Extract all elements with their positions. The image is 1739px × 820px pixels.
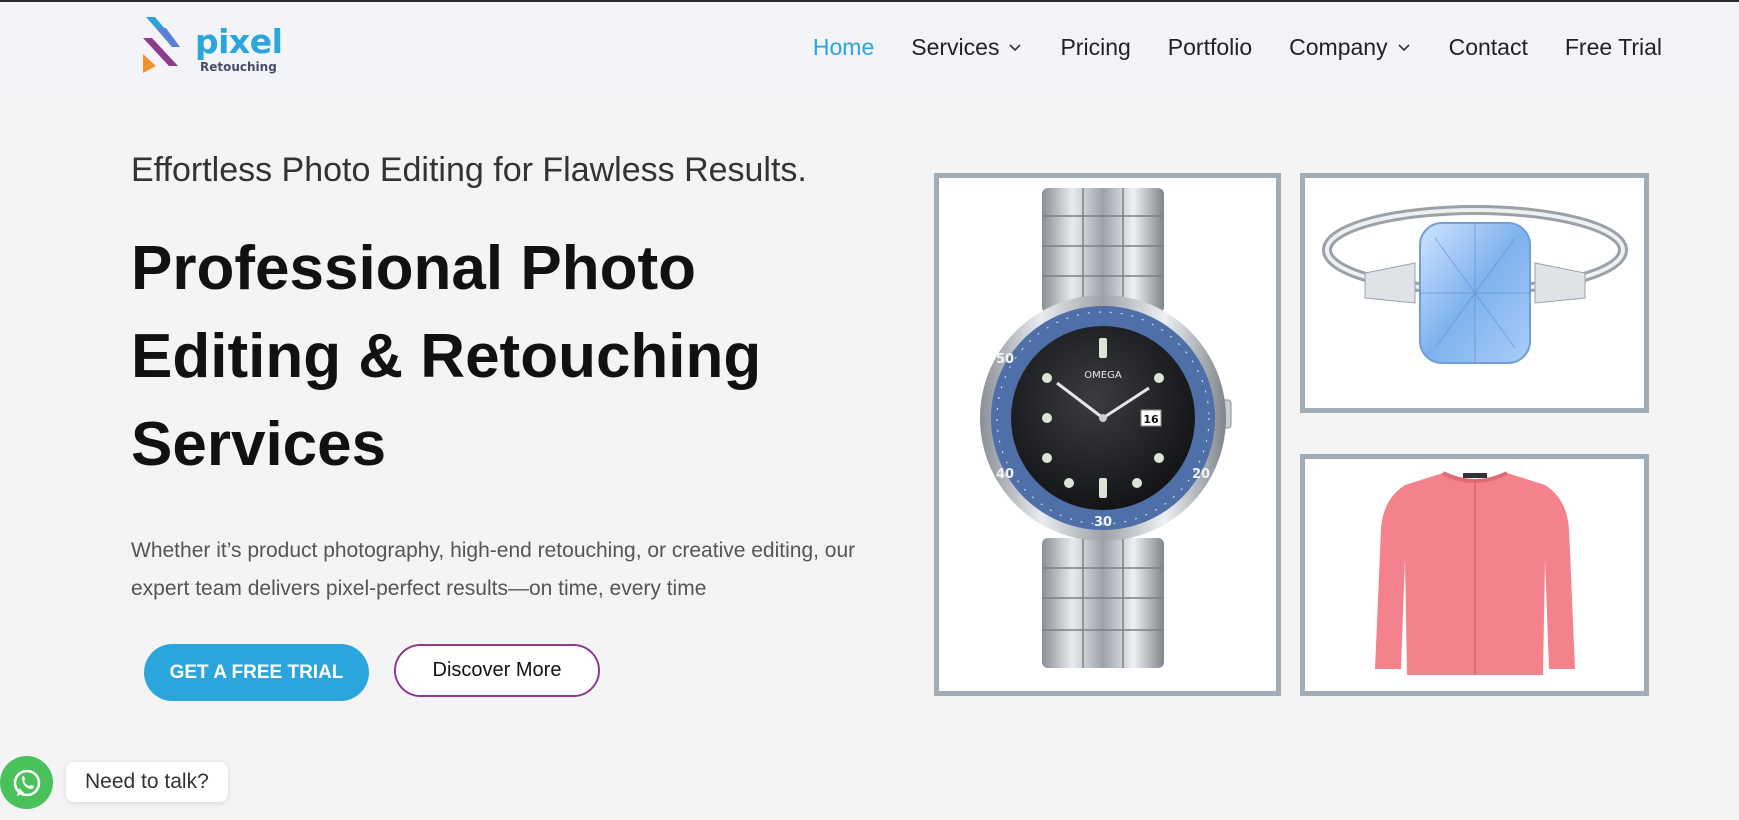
nav-contact[interactable]: Contact (1449, 32, 1528, 62)
watch-brand: OMEGA (1084, 370, 1122, 381)
nav-services-label: Services (911, 34, 1000, 60)
nav-portfolio-label: Portfolio (1167, 34, 1253, 60)
bezel-20: 20 (1192, 467, 1210, 482)
whatsapp-icon (13, 769, 40, 796)
bezel-50: 50 (996, 352, 1014, 367)
watch-image: 16 OMEGA 50 40 30 20 (980, 188, 1232, 668)
nav-free-trial[interactable]: Free Trial (1565, 32, 1662, 62)
gallery-watch: 16 OMEGA 50 40 30 20 (934, 173, 1281, 696)
site-header: pixel Retouching Home Services Pricing P… (0, 2, 1739, 94)
nav-company[interactable]: Company (1289, 32, 1411, 62)
whatsapp-button[interactable] (0, 756, 53, 809)
hero-tagline: Effortless Photo Editing for Flawless Re… (131, 151, 807, 189)
discover-more-button[interactable]: Discover More (394, 644, 600, 697)
nav-home-label: Home (812, 34, 875, 60)
nav-contact-label: Contact (1448, 34, 1528, 60)
nav-home[interactable]: Home (813, 32, 874, 62)
gallery-ring (1300, 173, 1649, 413)
nav-portfolio[interactable]: Portfolio (1168, 32, 1252, 62)
logo-wordmark[interactable]: pixel (195, 24, 283, 60)
nav-pricing-label: Pricing (1060, 34, 1131, 60)
chevron-down-icon (1398, 44, 1410, 52)
main-nav: Home Services Pricing Portfolio Company … (813, 32, 1662, 62)
gallery-sweater (1300, 454, 1649, 696)
nav-pricing[interactable]: Pricing (1060, 32, 1130, 62)
sweater-image (1375, 471, 1575, 675)
chat-label[interactable]: Need to talk? (66, 762, 228, 802)
nav-free-trial-label: Free Trial (1564, 34, 1662, 60)
bezel-30: 30 (1094, 515, 1112, 530)
free-trial-button[interactable]: GET A FREE TRIAL (144, 644, 369, 701)
chevron-down-icon (1009, 44, 1022, 52)
hero-description: Whether it’s product photography, high-e… (131, 539, 856, 600)
watch-date: 16 (1143, 413, 1159, 426)
nav-services[interactable]: Services (911, 32, 1023, 62)
ring-image (1322, 205, 1628, 364)
logo-subtitle: Retouching (200, 60, 277, 74)
bezel-40: 40 (996, 467, 1014, 482)
hero-title: Professional Photo Editing & Retouching … (131, 234, 762, 479)
nav-company-label: Company (1289, 34, 1388, 60)
